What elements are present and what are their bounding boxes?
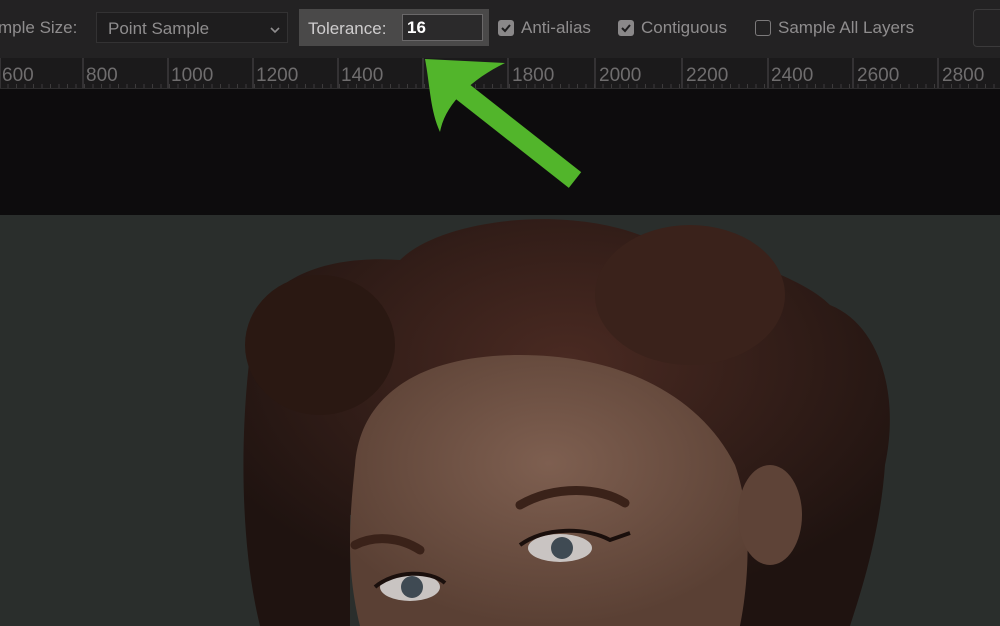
ruler-label: 2200 <box>686 65 729 86</box>
sample-all-layers-checkbox[interactable] <box>755 20 771 36</box>
ruler-ticks <box>0 58 995 88</box>
ruler-label: 800 <box>86 65 118 86</box>
sample-all-layers-label: Sample All Layers <box>778 18 915 37</box>
tolerance-label: Tolerance: <box>308 19 387 38</box>
chevron-down-icon <box>269 21 281 34</box>
tolerance-input[interactable]: 16 <box>402 14 483 41</box>
anti-alias-label: Anti-alias <box>521 18 591 37</box>
ruler-label: 2600 <box>857 65 900 86</box>
options-bar: mple Size: Point Sample Tolerance: 16 An… <box>0 0 1000 58</box>
contiguous-label: Contiguous <box>641 18 728 37</box>
select-and-mask-button[interactable] <box>973 9 1000 47</box>
sample-size-value: Point Sample <box>108 19 210 38</box>
ruler-label: 600 <box>2 65 34 86</box>
portrait-illustration <box>243 219 890 626</box>
ruler-label: 2000 <box>599 65 642 86</box>
ruler-label: 1000 <box>171 65 214 86</box>
horizontal-ruler: 600 800 1000 1200 1400 1800 2000 2200 24… <box>0 58 1000 89</box>
contiguous-checkbox[interactable] <box>618 20 634 36</box>
ruler-label: 2400 <box>771 65 814 86</box>
ruler-label: 1200 <box>256 65 299 86</box>
tolerance-group: Tolerance: 16 <box>299 9 489 46</box>
ruler-label: 2800 <box>942 65 985 86</box>
ruler-label: 1400 <box>341 65 384 86</box>
ruler-label: 1800 <box>512 65 555 86</box>
canvas-photo[interactable] <box>0 215 1000 626</box>
checkmark-icon <box>501 24 511 33</box>
sample-size-select[interactable]: Point Sample <box>96 12 288 43</box>
checkmark-icon <box>621 24 631 33</box>
anti-alias-checkbox[interactable] <box>498 20 514 36</box>
sample-size-label: mple Size: <box>0 18 78 37</box>
pasteboard <box>0 89 1000 215</box>
